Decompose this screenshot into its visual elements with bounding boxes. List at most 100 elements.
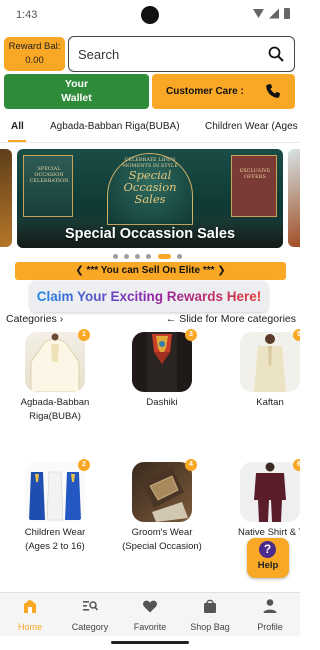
category-thumb: 2 [25,459,90,522]
carousel-indicator [0,254,300,262]
category-badge: 4 [185,459,197,471]
reward-balance[interactable]: Reward Bal: 0.00 [4,37,65,71]
battery-icon [284,8,290,19]
category-name: Kaftan [256,397,284,408]
phone-icon [266,84,280,98]
tab-agbada[interactable]: Agbada-Babban Riga(BUBA) [50,121,180,132]
banner-right-panel: EXCLUSIVE OFFERS [231,155,277,217]
app-screen: 1:43 Reward Bal: 0.00 Search Your Wallet… [0,0,300,650]
category-thumb: 1 [25,329,90,392]
carousel-dot-active[interactable] [158,254,171,259]
search-placeholder: Search [78,47,120,62]
shopping-bag-icon [204,599,216,613]
category-badge: 2 [78,459,90,471]
categories-link[interactable]: Categories › [6,313,63,325]
category-item-kaftan[interactable]: 5 Kaftan [230,329,300,410]
dashiki-image [132,332,192,392]
wallet-button[interactable]: Your Wallet [4,74,149,109]
carousel-dot[interactable] [135,254,140,259]
category-name: Agbada-Babban Riga(BUBA) [20,397,90,422]
nav-profile-label: Profile [257,622,283,632]
banner-slide[interactable]: SPECIAL OCCASION CELEBRATION CELEBRATE L… [17,149,283,248]
customer-care-button[interactable]: Customer Care : [152,74,295,109]
grooms-wear-image [132,462,192,522]
wifi-icon [253,9,264,18]
person-icon [263,599,277,613]
native-shirt-image [240,462,300,522]
category-thumb: 6 [240,459,300,522]
arrow-left-icon: ← [165,313,180,325]
gesture-bar [111,641,189,644]
heart-icon [143,600,157,613]
reward-balance-value: 0.00 [25,55,44,66]
category-item-children-wear[interactable]: 2 Children Wear (Ages 2 to 16) [15,459,95,554]
category-item-grooms-wear[interactable]: 4 Groom's Wear (Special Occasion) [122,459,202,554]
category-thumb: 4 [132,459,197,522]
categories-header: Categories [6,313,57,325]
nav-profile[interactable]: Profile [240,598,300,632]
category-name: Children Wear (Ages 2 to 16) [24,527,86,552]
category-tabs: All Agbada-Babban Riga(BUBA) Children We… [0,111,300,143]
tab-children-wear[interactable]: Children Wear (Ages [205,121,298,132]
category-name: Groom's Wear (Special Occasion) [122,527,202,552]
nav-shop-bag[interactable]: Shop Bag [180,598,240,632]
chevron-right-icon: › [59,313,64,325]
banner-headline: Special Occasion Sales [123,168,177,206]
help-button[interactable]: ? Help [247,538,289,578]
nav-home[interactable]: Home [0,598,60,632]
nav-favorite[interactable]: Favorite [120,598,180,632]
category-name: Dashiki [146,397,178,408]
slide-hint: ← Slide for More categories [166,313,296,325]
chevron-left-icon: ❮ [75,265,84,276]
category-item-dashiki[interactable]: 3 Dashiki [122,329,202,410]
status-bar: 1:43 [0,0,300,32]
search-input[interactable]: Search [68,36,295,72]
wallet-label-line2: Wallet [61,92,92,104]
sell-on-elite-banner[interactable]: ❮ *** You can Sell On Elite *** ❯ [15,262,286,280]
category-search-icon [83,601,99,611]
tab-all[interactable]: All [11,121,24,132]
banner-left-panel-text: SPECIAL OCCASION CELEBRATION [29,166,69,184]
signal-icon [269,8,279,19]
kaftan-image [240,332,300,392]
banner-right-panel-text: EXCLUSIVE OFFERS [239,168,271,180]
home-icon [24,599,36,613]
nav-favorite-label: Favorite [133,622,167,632]
agbada-image [25,332,85,392]
category-thumb: 3 [132,329,197,392]
carousel-dot[interactable] [124,254,129,259]
tab-active-indicator [8,140,26,142]
claim-rewards-text: Claim Your Exciting Rewards Here! [36,289,262,304]
carousel-dot[interactable] [177,254,182,259]
search-icon[interactable] [268,46,284,62]
nav-category-label: Category [71,622,109,632]
system-icons [253,8,290,19]
banner-prev-slide[interactable] [0,149,12,247]
banner-left-panel: SPECIAL OCCASION CELEBRATION [23,155,73,217]
claim-rewards-button[interactable]: Claim Your Exciting Rewards Here! [30,281,268,312]
banner-next-slide[interactable] [288,149,300,247]
reward-balance-label: Reward Bal: [8,41,61,52]
chevron-right-icon: ❯ [217,265,226,276]
category-item-native-shirt[interactable]: 6 Native Shirt & Trousers (Bub [230,459,300,540]
banner-carousel[interactable]: SPECIAL OCCASION CELEBRATION CELEBRATE L… [0,149,300,249]
banner-caption: Special Occassion Sales [64,226,236,242]
category-thumb: 5 [240,329,300,392]
category-badge: 3 [185,329,197,341]
nav-category[interactable]: Category [60,598,120,632]
nav-home-label: Home [17,622,42,632]
customer-care-label: Customer Care : [166,86,244,97]
category-badge: 1 [78,329,90,341]
nav-shop-bag-label: Shop Bag [190,622,230,632]
sell-on-elite-text: *** You can Sell On Elite *** [86,265,215,276]
children-wear-image [25,462,85,522]
help-label: Help [257,560,279,571]
front-camera [141,6,159,24]
slide-hint-text: Slide for More categories [179,313,296,325]
category-badge: 6 [293,459,300,471]
status-time: 1:43 [16,9,38,21]
category-item-agbada[interactable]: 1 Agbada-Babban Riga(BUBA) [15,329,95,424]
carousel-dot[interactable] [146,254,151,259]
carousel-dot[interactable] [113,254,118,259]
category-badge: 5 [293,329,300,341]
